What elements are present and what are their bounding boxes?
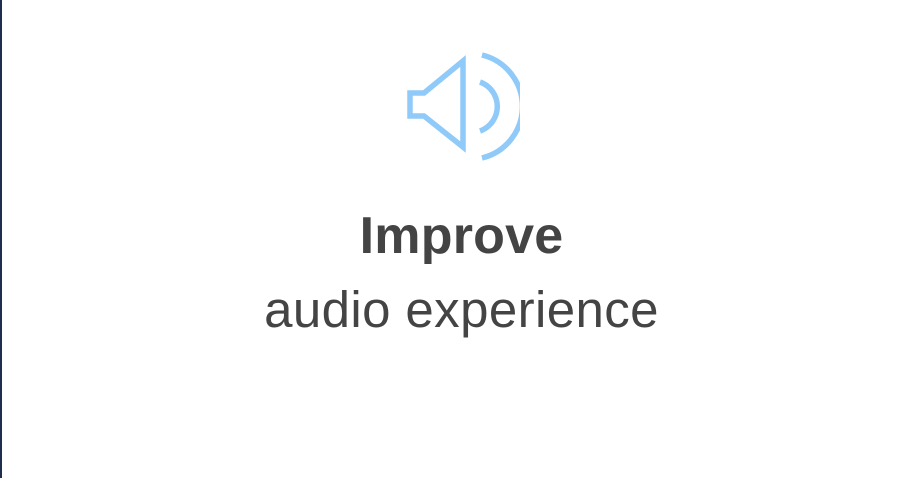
speaker-volume-icon bbox=[406, 52, 520, 162]
feature-panel: Improve audio experience bbox=[2, 0, 921, 478]
feature-title: Improve bbox=[359, 207, 564, 265]
feature-subtitle: audio experience bbox=[264, 281, 659, 338]
